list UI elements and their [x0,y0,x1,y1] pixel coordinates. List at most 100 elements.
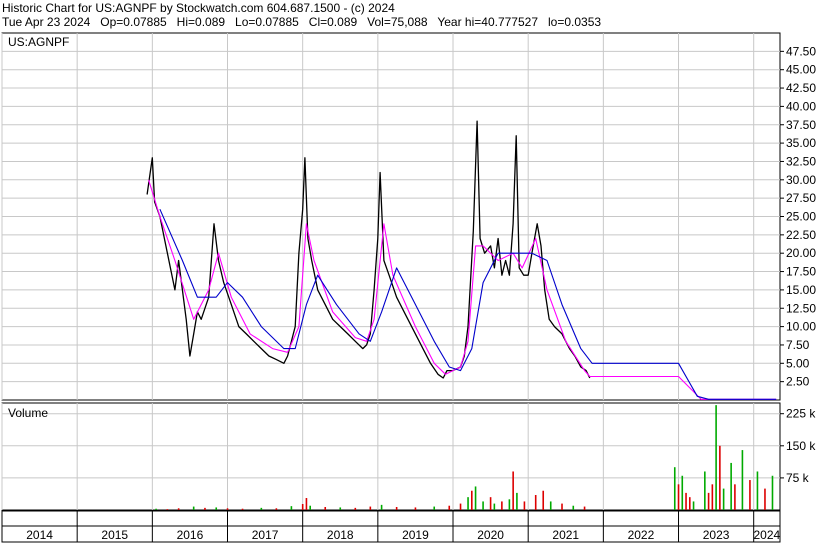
price-tick-label: 2.50 [786,375,810,389]
volume-bar [749,480,751,510]
volume-bar [741,450,744,510]
price-grid [1,33,780,400]
volume-bar [459,503,462,510]
price-tick-label: 15.00 [786,283,816,297]
volume-bar [722,488,725,510]
volume-bar [177,508,180,510]
volume-bar [542,490,545,510]
volume-bar [395,507,398,510]
volume-bar [301,504,304,510]
volume-bar [493,503,496,510]
volume-bar [290,506,293,510]
volume-tick-label: 75 k [786,471,810,485]
volume-bar [711,484,714,510]
volume-bar [549,501,552,510]
volume-bar [324,507,327,510]
volume-bar [433,506,436,510]
volume-bar [155,508,157,510]
volume-bar [166,509,169,510]
volume-tick-label: 150 k [786,439,816,453]
price-tick-label: 42.50 [786,81,816,95]
x-tick-label: 2019 [402,528,429,542]
volume-tick-label: 225 k [786,407,816,421]
price-tick-label: 25.00 [786,210,816,224]
volume-bar [516,492,518,510]
volume-bar [730,462,732,510]
volume-bar [764,488,766,510]
volume-bar [534,495,537,510]
volume-bar [677,484,680,510]
price-tick-label: 22.50 [786,228,816,242]
volume-bar [215,507,218,510]
price-tick-label: 5.00 [786,356,810,370]
x-tick-label: 2014 [26,528,53,542]
volume-bar [512,471,514,510]
x-tick-label: 2018 [327,528,354,542]
volume-bar [673,467,676,510]
x-tick-label: 2023 [703,528,730,542]
volume-bar [474,486,477,510]
volume-bar [583,506,586,510]
x-tick-label: 2015 [101,528,128,542]
volume-bar [467,497,469,510]
volume-bar [482,501,484,510]
volume-bar [226,508,229,510]
x-tick-label: 2022 [628,528,655,542]
price-tick-label: 10.00 [786,320,816,334]
price-tick-label: 45.00 [786,63,816,77]
volume-bar [719,445,721,510]
x-tick-label: 2016 [177,528,204,542]
volume-bar [771,475,774,510]
volume-bar [305,498,308,510]
price-tick-label: 32.50 [786,154,816,168]
volume-bar [489,497,492,510]
price-tick-label: 47.50 [786,44,816,58]
price-tick-label: 12.50 [786,301,816,315]
volume-bar [380,504,383,510]
x-tick-label: 2024 [753,528,780,542]
volume-bar [471,490,473,510]
price-tick-label: 17.50 [786,265,816,279]
volume-bar [260,507,263,510]
volume-bar [707,492,710,510]
volume-bar [692,501,695,510]
volume-bar [685,492,687,510]
volume-label: Volume [8,406,48,420]
volume-bar [681,475,684,510]
volume-bar [523,501,526,510]
price-tick-label: 35.00 [786,136,816,150]
volume-bar [501,501,503,510]
price-tick-label: 7.50 [786,338,810,352]
volume-bar [192,506,195,510]
volume-bar [572,505,575,510]
volume-bar [369,506,372,510]
volume-bar [508,499,511,510]
price-tick-label: 37.50 [786,118,816,132]
volume-bar [414,507,417,510]
volume-bar [448,505,451,510]
historic-chart: 2.50 5.00 7.50 10.00 12.50 15.00 17.50 20.00 22.… [1,32,816,543]
volume-bar [704,471,706,510]
volume-panel [1,402,781,511]
price-tick-label: 20.00 [786,246,816,260]
volume-bar [241,508,244,510]
volume-bar [339,507,342,510]
volume-axis: 75 k 150 k 225 k [780,407,816,485]
price-axis: 2.50 5.00 7.50 10.00 12.50 15.00 17.50 20.00 22.… [780,44,816,389]
price-tick-label: 27.50 [786,191,816,205]
x-tick-label: 2017 [252,528,279,542]
x-tick-label: 2021 [552,528,579,542]
volume-bar [204,507,206,510]
volume-bar [715,405,717,510]
volume-bar [309,505,311,510]
volume-bar [354,507,357,510]
price-tick-label: 40.00 [786,99,816,113]
volume-bar [756,471,759,510]
x-tick-label: 2020 [477,528,504,542]
volume-bar [688,497,691,510]
symbol-label: US:AGNPF [8,35,69,49]
price-tick-label: 30.00 [786,173,816,187]
volume-bar [561,503,563,510]
volume-bar [734,484,736,510]
volume-bar [275,508,278,510]
